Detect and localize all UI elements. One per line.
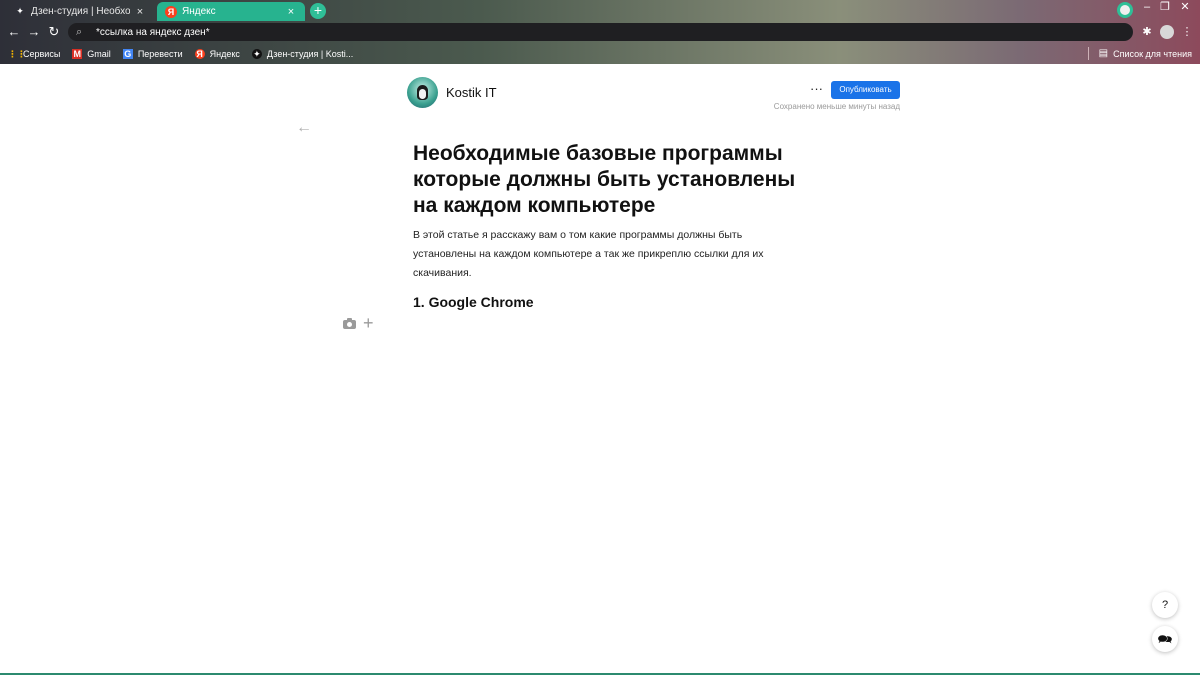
bookmark-label: Яндекс (209, 48, 240, 59)
menu-icon[interactable]: ⋮ (1180, 25, 1194, 39)
apps-icon: ⋮⋮ (8, 48, 26, 59)
bookmark-translate[interactable]: G Перевести (122, 48, 183, 59)
reading-list[interactable]: ▤ Список для чтения (1087, 43, 1192, 64)
translate-icon: G (122, 48, 133, 59)
yandex-icon: Я (194, 48, 205, 59)
bookmark-label: Gmail (87, 48, 111, 59)
back-arrow-icon[interactable]: ← (296, 119, 312, 137)
new-tab-button[interactable]: + (310, 3, 326, 19)
gmail-icon: M (72, 48, 83, 59)
toolbar: ← → ↻ ⌕ *ссылка на яндекс дзен* ✱ ⋮ (0, 21, 1200, 43)
bookmarks-bar: ⋮⋮ Сервисы M Gmail G Перевести Я Яндекс … (0, 43, 1200, 64)
close-window-button[interactable]: ✕ (1176, 1, 1194, 15)
help-button[interactable]: ? (1152, 592, 1178, 618)
reading-list-icon: ▤ (1098, 48, 1109, 59)
tab-yandex[interactable]: Я Яндекс × (157, 2, 305, 21)
forward-button[interactable]: → (26, 24, 42, 40)
bookmark-label: Дзен-студия | Kosti... (266, 48, 354, 59)
avatar[interactable] (407, 77, 438, 108)
maximize-button[interactable]: ❐ (1156, 1, 1174, 15)
penguin-belly (419, 89, 426, 99)
minimize-button[interactable]: – (1138, 1, 1156, 15)
zen-icon: ✦ (251, 48, 262, 59)
tab-title: Яндекс (182, 6, 216, 17)
article-lead[interactable]: В этой статье я расскажу вам о том какие… (413, 226, 783, 283)
bookmark-gmail[interactable]: M Gmail (72, 48, 111, 59)
bookmark-services[interactable]: ⋮⋮ Сервисы (8, 49, 60, 59)
bookmark-zen-studio[interactable]: ✦ Дзен-студия | Kosti... (251, 48, 354, 59)
save-status: Сохранено меньше минуты назад (773, 102, 900, 111)
reload-button[interactable]: ↻ (46, 24, 62, 40)
tab-title: Дзен-студия | Необходимые ба (31, 6, 130, 17)
publish-button[interactable]: Опубликовать (831, 81, 900, 99)
browser-chrome: ✦ Дзен-студия | Необходимые ба × Я Яндек… (0, 0, 1200, 64)
channel-name[interactable]: Kostik IT (446, 85, 497, 100)
bookmark-yandex[interactable]: Я Яндекс (194, 48, 240, 59)
account-icon[interactable] (1160, 25, 1174, 39)
zen-icon: ✦ (16, 6, 24, 16)
chat-icon[interactable]: 🗪 (1152, 626, 1178, 652)
editor-page: Kostik IT ··· Опубликовать Сохранено мен… (0, 64, 1200, 675)
reading-list-label: Список для чтения (1113, 48, 1192, 59)
search-icon: ⌕ (76, 25, 83, 38)
profile-icon[interactable] (1117, 2, 1133, 18)
bookmark-label: Перевести (137, 48, 183, 59)
yandex-icon: Я (165, 5, 177, 18)
address-text[interactable]: *ссылка на яндекс дзен* (96, 27, 210, 38)
divider (1087, 47, 1089, 60)
close-icon[interactable]: × (134, 6, 146, 18)
article-title[interactable]: Необходимые базовые программы которые до… (413, 141, 813, 219)
add-block-icon[interactable]: + (363, 314, 374, 332)
address-bar[interactable]: ⌕ *ссылка на яндекс дзен* (68, 23, 1133, 41)
back-button[interactable]: ← (6, 24, 22, 40)
bookmark-label: Сервисы (23, 48, 61, 59)
extensions-icon[interactable]: ✱ (1140, 25, 1154, 39)
close-icon[interactable]: × (285, 6, 297, 18)
tab-zen-studio[interactable]: ✦ Дзен-студия | Необходимые ба × (6, 2, 154, 21)
tab-strip: ✦ Дзен-студия | Необходимые ба × Я Яндек… (0, 0, 1200, 21)
more-options-icon[interactable]: ··· (810, 81, 823, 96)
section-heading[interactable]: 1. Google Chrome (413, 294, 534, 310)
camera-icon[interactable] (343, 318, 356, 329)
